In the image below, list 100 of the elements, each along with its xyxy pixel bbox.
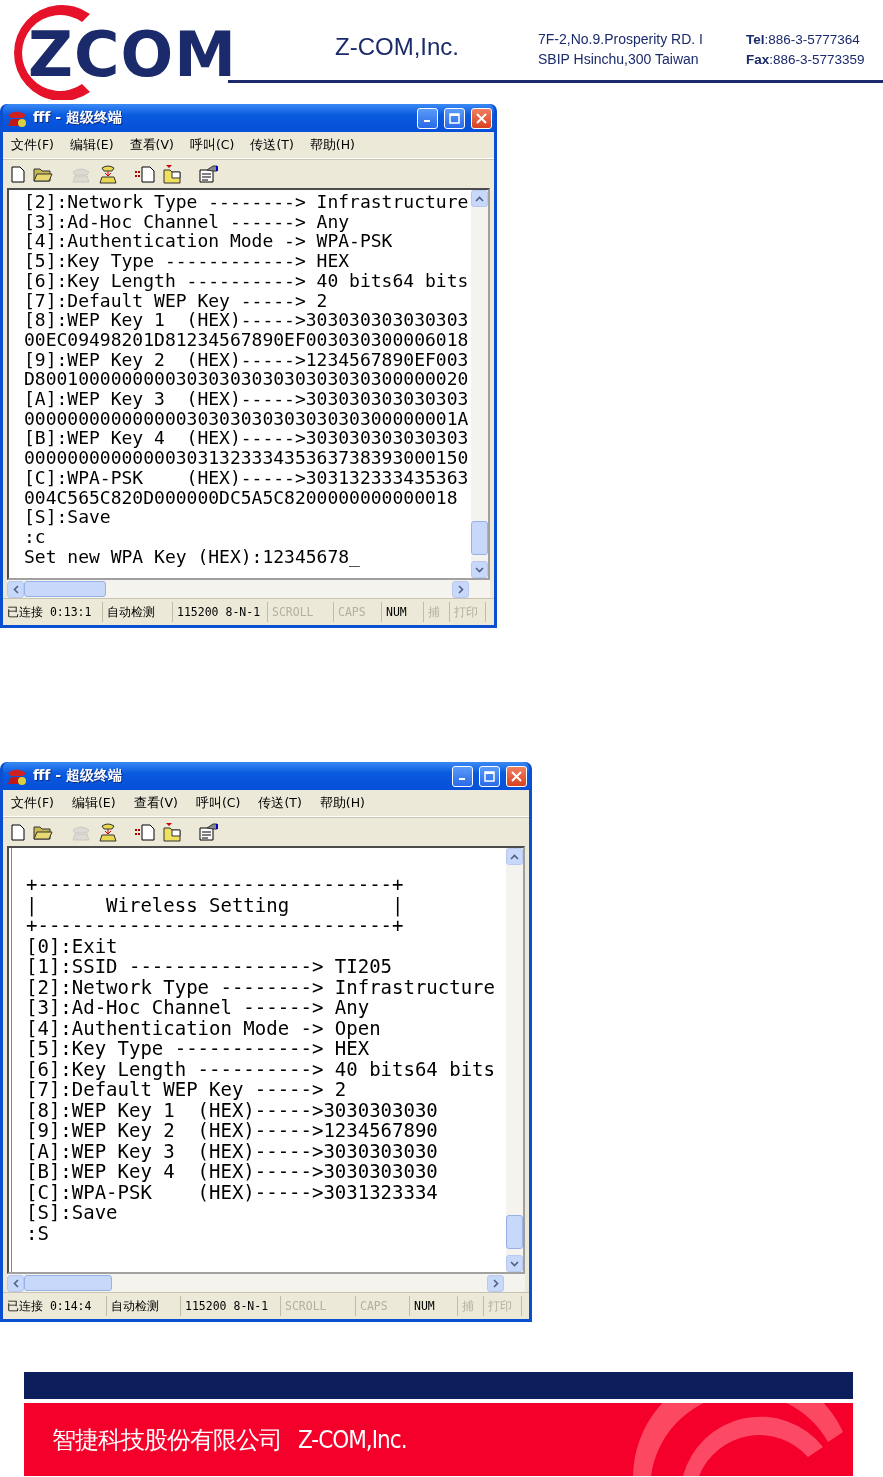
phone-icon xyxy=(7,109,27,127)
scrollbar-thumb[interactable] xyxy=(506,1215,523,1249)
send-file-icon[interactable] xyxy=(135,823,155,841)
terminal-line: [A]:WEP Key 3 (HEX)----->303030303030303 xyxy=(24,389,470,409)
folder-icon[interactable] xyxy=(33,824,53,840)
menu-item[interactable]: 查看(V) xyxy=(131,794,180,812)
phone-icon xyxy=(7,767,27,785)
minimize-button[interactable] xyxy=(452,765,473,787)
scroll-right-button[interactable] xyxy=(452,580,469,598)
maximize-button[interactable] xyxy=(479,765,500,787)
terminal-line: :S xyxy=(26,1222,49,1243)
menu-item[interactable]: 呼叫(C) xyxy=(187,136,237,154)
company-name: Z-COM,Inc. xyxy=(335,33,459,61)
terminal-line: [0]:Exit xyxy=(26,935,119,956)
scroll-down-button[interactable] xyxy=(506,1255,523,1272)
terminal-line: D8001000000000303030303030303030300000020 xyxy=(24,369,470,390)
scroll-left-button[interactable] xyxy=(7,580,24,598)
terminal-line: [C]:WPA-PSK (HEX)----->3031323334 xyxy=(26,1181,439,1202)
phone-icon[interactable] xyxy=(99,822,117,842)
terminal-line: [2]:Network Type --------> Infrastructure xyxy=(24,192,470,212)
status-panel: 115200 8-N-1 xyxy=(181,1296,281,1316)
chevron-down-icon[interactable] xyxy=(475,566,484,573)
scroll-up-button[interactable] xyxy=(506,848,523,865)
terminal-line: [1]:SSID ----------------> TI205 xyxy=(26,956,394,977)
status-panel: 自动检测 xyxy=(103,602,173,622)
terminal-line: +-------------------------------+ xyxy=(26,874,405,895)
window-title: fff - 超级终端 xyxy=(33,767,123,785)
status-panel: 已连接 0:13:1 xyxy=(3,602,103,622)
terminal-line: [8]:WEP Key 1 (HEX)----->3030303030 xyxy=(26,1099,439,1120)
terminal-line: [6]:Key Length ----------> 40 bits64 bits xyxy=(24,270,470,291)
status-panel: CAPS xyxy=(356,1296,410,1316)
menu-item[interactable]: 文件(F) xyxy=(9,136,56,154)
scrollbar-thumb[interactable] xyxy=(24,581,106,597)
chevron-down-icon[interactable] xyxy=(510,1260,519,1267)
receive-file-icon[interactable] xyxy=(163,822,181,842)
terminal-line: [3]:Ad-Hoc Channel ------> Any xyxy=(24,211,351,232)
chevron-up-icon[interactable] xyxy=(475,195,484,202)
status-panel: SCROLL xyxy=(281,1296,356,1316)
terminal-line: [9]:WEP Key 2 (HEX)----->1234567890 xyxy=(26,1120,439,1141)
status-panel: 115200 8-N-1 xyxy=(173,602,268,622)
scroll-up-button[interactable] xyxy=(471,190,488,207)
terminal-line: [4]:Authentication Mode -> Open xyxy=(26,1017,382,1038)
terminal-line: [9]:WEP Key 2 (HEX)----->1234567890EF003 xyxy=(24,349,470,370)
status-panel: CAPS xyxy=(334,602,382,622)
maximize-icon[interactable] xyxy=(484,770,495,782)
chevron-right-icon[interactable] xyxy=(492,1278,499,1288)
document-icon[interactable] xyxy=(11,165,25,183)
terminal-line: 00EC09498201D81234567890EF003030300006018 xyxy=(24,329,470,350)
document-icon[interactable] xyxy=(11,823,25,841)
maximize-button[interactable] xyxy=(444,107,465,129)
chevron-left-icon[interactable] xyxy=(12,1278,19,1288)
properties-icon[interactable] xyxy=(199,165,219,183)
status-panel: SCROLL xyxy=(268,602,334,622)
scroll-left-button[interactable] xyxy=(7,1274,24,1292)
terminal-line: [A]:WEP Key 3 (HEX)----->3030303030 xyxy=(26,1140,439,1161)
scrollbar-thumb[interactable] xyxy=(471,521,488,555)
terminal-line: 004C565C820D000000DC5A5C8200000000000018 xyxy=(24,487,459,508)
close-button[interactable] xyxy=(506,765,527,787)
send-file-icon[interactable] xyxy=(135,165,155,183)
terminal-line: [B]:WEP Key 4 (HEX)----->303030303030303 xyxy=(24,428,470,449)
contact-line: Fax:886-3-5773359 xyxy=(746,51,865,68)
terminal-line: [C]:WPA-PSK (HEX)----->303132333435363 xyxy=(24,467,470,488)
contact-line: Tel:886-3-5777364 xyxy=(746,31,861,48)
close-button[interactable] xyxy=(471,107,492,129)
menu-item[interactable]: 编辑(E) xyxy=(67,136,116,154)
phone-icon[interactable] xyxy=(99,164,117,184)
folder-icon[interactable] xyxy=(33,166,53,182)
terminal-line: [5]:Key Type ------------> HEX xyxy=(24,251,351,271)
terminal-line: [7]:Default WEP Key -----> 2 xyxy=(26,1079,348,1100)
scroll-down-button[interactable] xyxy=(471,561,488,578)
menu-item[interactable]: 查看(V) xyxy=(127,136,176,154)
terminal-line: [S]:Save xyxy=(24,507,112,527)
minimize-button[interactable] xyxy=(417,107,438,129)
terminal-line: [7]:Default WEP Key -----> 2 xyxy=(24,290,329,311)
terminal-line: :c xyxy=(24,526,46,547)
properties-icon[interactable] xyxy=(199,823,219,841)
scrollbar-thumb[interactable] xyxy=(24,1275,112,1291)
company-name: Z-COM,Inc. xyxy=(298,1425,407,1454)
company-name: 智捷科技股份有限公司 xyxy=(52,1424,282,1456)
menu-item[interactable]: 文件(F) xyxy=(9,794,56,812)
close-icon[interactable] xyxy=(476,112,487,124)
menu-item[interactable]: 传送(T) xyxy=(248,136,296,154)
terminal-line: 0000000000000003030303030303030300000001A xyxy=(24,408,470,429)
logo-text: ZCOM xyxy=(28,24,237,86)
scroll-right-button[interactable] xyxy=(487,1274,504,1292)
menu-item[interactable]: 帮助(H) xyxy=(317,794,367,812)
address-line: 7F-2,No.9.Prosperity RD. I xyxy=(538,31,703,48)
menu-item[interactable]: 编辑(E) xyxy=(69,794,118,812)
chevron-right-icon[interactable] xyxy=(457,584,464,594)
terminal-line: [3]:Ad-Hoc Channel ------> Any xyxy=(26,997,371,1018)
menu-item[interactable]: 呼叫(C) xyxy=(193,794,243,812)
chevron-left-icon[interactable] xyxy=(12,584,19,594)
menu-item[interactable]: 帮助(H) xyxy=(307,136,357,154)
receive-file-icon[interactable] xyxy=(163,164,181,184)
status-panel: 自动检测 xyxy=(107,1296,181,1316)
close-icon[interactable] xyxy=(511,770,522,782)
chevron-up-icon[interactable] xyxy=(510,853,519,860)
maximize-icon[interactable] xyxy=(449,112,460,124)
menu-item[interactable]: 传送(T) xyxy=(256,794,304,812)
terminal-line: 00000000000000303132333435363738393000150 xyxy=(24,448,470,468)
